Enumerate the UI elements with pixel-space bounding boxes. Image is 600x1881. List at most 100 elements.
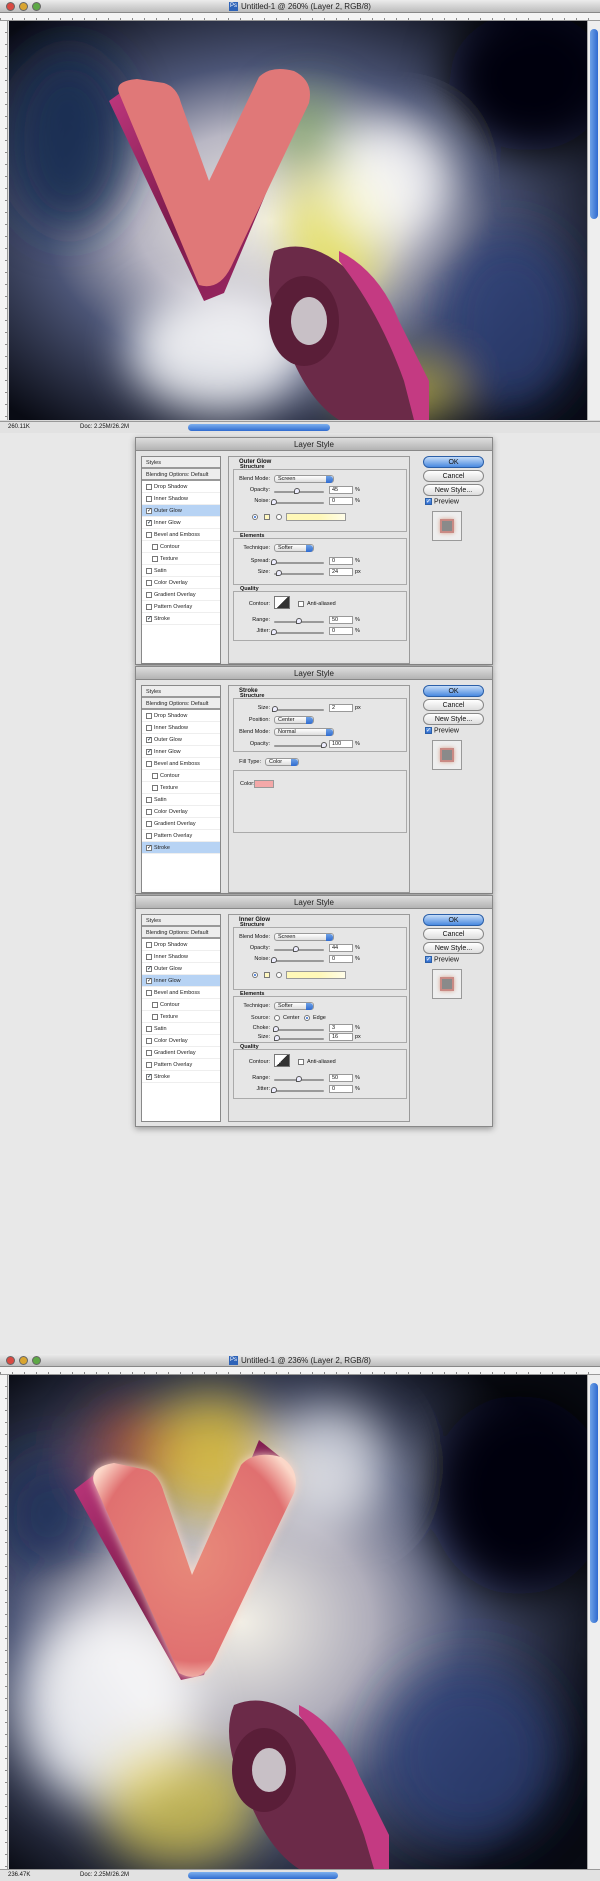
checkbox[interactable] xyxy=(146,808,152,815)
technique-select[interactable]: Softer xyxy=(274,544,314,552)
new-style-button[interactable]: New Style... xyxy=(423,484,484,496)
list-item[interactable]: Gradient Overlay xyxy=(142,818,220,830)
checkbox[interactable] xyxy=(146,483,152,490)
jitter-input[interactable]: 0 xyxy=(329,627,353,635)
ok-button[interactable]: OK xyxy=(423,456,484,468)
size-slider[interactable] xyxy=(272,706,324,712)
checkbox[interactable] xyxy=(146,989,152,996)
position-select[interactable]: Center xyxy=(274,716,314,724)
vertical-scrollbar[interactable] xyxy=(587,21,600,420)
checkbox[interactable] xyxy=(152,555,158,562)
technique-select[interactable]: Softer xyxy=(274,1002,314,1010)
checkbox[interactable] xyxy=(146,603,152,610)
list-item-selected[interactable]: ✓ Stroke xyxy=(142,842,220,854)
color-swatch[interactable] xyxy=(264,514,270,520)
minimize-icon[interactable] xyxy=(19,2,28,11)
checkbox[interactable] xyxy=(152,784,158,791)
checkbox[interactable] xyxy=(146,1025,152,1032)
list-item[interactable]: Texture xyxy=(142,553,220,565)
list-item[interactable]: Gradient Overlay xyxy=(142,1047,220,1059)
opacity-input[interactable]: 44 xyxy=(329,944,353,952)
list-item[interactable]: ✓ Inner Glow xyxy=(142,746,220,758)
checkbox[interactable] xyxy=(146,941,152,948)
list-item[interactable]: Pattern Overlay xyxy=(142,601,220,613)
checkbox[interactable]: ✓ xyxy=(146,519,152,526)
size-input[interactable]: 2 xyxy=(329,704,353,712)
ok-button[interactable]: OK xyxy=(423,914,484,926)
checkbox[interactable] xyxy=(146,1061,152,1068)
list-item[interactable]: Bevel and Emboss xyxy=(142,987,220,999)
preview-checkbox[interactable]: ✓ Preview xyxy=(425,727,459,734)
spread-input[interactable]: 0 xyxy=(329,557,353,565)
blend-mode-select[interactable]: Normal xyxy=(274,728,334,736)
horizontal-scroll-thumb[interactable] xyxy=(188,1872,338,1879)
list-item[interactable]: Blending Options: Default xyxy=(142,469,220,481)
noise-slider[interactable] xyxy=(271,957,324,963)
spread-slider[interactable] xyxy=(271,559,324,565)
list-item[interactable]: ✓ Stroke xyxy=(142,1071,220,1083)
list-item[interactable]: Bevel and Emboss xyxy=(142,758,220,770)
checkbox[interactable] xyxy=(146,760,152,767)
opacity-input[interactable]: 100 xyxy=(329,740,353,748)
checkbox[interactable] xyxy=(146,567,152,574)
list-item[interactable]: ✓ Stroke xyxy=(142,613,220,625)
noise-input[interactable]: 0 xyxy=(329,955,353,963)
noise-slider[interactable] xyxy=(271,499,324,505)
checkbox[interactable] xyxy=(152,1013,158,1020)
list-item[interactable]: Styles xyxy=(142,915,220,927)
list-item[interactable]: Contour xyxy=(142,541,220,553)
close-icon[interactable] xyxy=(6,1356,15,1365)
checkbox[interactable] xyxy=(152,772,158,779)
minimize-icon[interactable] xyxy=(19,1356,28,1365)
image-canvas[interactable] xyxy=(9,1375,587,1869)
size-slider[interactable] xyxy=(274,570,324,576)
list-item[interactable]: Styles xyxy=(142,686,220,698)
close-icon[interactable] xyxy=(6,2,15,11)
checkbox[interactable] xyxy=(146,591,152,598)
list-item[interactable]: Drop Shadow xyxy=(142,481,220,493)
jitter-slider[interactable] xyxy=(271,629,324,635)
choke-slider[interactable] xyxy=(272,1026,324,1032)
anti-aliased-checkbox[interactable] xyxy=(298,601,304,607)
checkbox[interactable] xyxy=(146,724,152,731)
opacity-slider[interactable] xyxy=(274,946,324,952)
list-item[interactable]: Blending Options: Default xyxy=(142,927,220,939)
list-item[interactable]: Styles xyxy=(142,457,220,469)
edge-radio[interactable] xyxy=(304,1015,310,1021)
checkbox[interactable]: ✓ xyxy=(146,977,152,984)
checkbox[interactable] xyxy=(146,953,152,960)
checkbox[interactable] xyxy=(146,820,152,827)
blend-mode-select[interactable]: Screen xyxy=(274,475,334,483)
gradient-radio[interactable] xyxy=(276,972,282,978)
checkbox[interactable]: ✓ xyxy=(146,748,152,755)
list-item[interactable]: ✓ Outer Glow xyxy=(142,734,220,746)
list-item[interactable]: Inner Shadow xyxy=(142,493,220,505)
contour-picker[interactable] xyxy=(274,596,290,609)
jitter-input[interactable]: 0 xyxy=(329,1085,353,1093)
gradient-radio[interactable] xyxy=(276,514,282,520)
checkbox[interactable]: ✓ xyxy=(146,615,152,622)
list-item-selected[interactable]: ✓ Outer Glow xyxy=(142,505,220,517)
stroke-color-swatch[interactable] xyxy=(254,780,274,788)
range-slider[interactable] xyxy=(274,1076,324,1082)
gradient-picker[interactable] xyxy=(286,971,346,979)
contour-picker[interactable] xyxy=(274,1054,290,1067)
checkbox[interactable] xyxy=(152,543,158,550)
list-item[interactable]: Color Overlay xyxy=(142,806,220,818)
zoom-readout[interactable]: 260.11K xyxy=(8,422,30,433)
list-item[interactable]: Texture xyxy=(142,782,220,794)
checkbox[interactable]: ✓ xyxy=(146,844,152,851)
choke-input[interactable]: 3 xyxy=(329,1024,353,1032)
title-bar[interactable]: Ps Untitled-1 @ 236% (Layer 2, RGB/8) xyxy=(0,1354,600,1367)
size-input[interactable]: 24 xyxy=(329,568,353,576)
range-slider[interactable] xyxy=(274,618,324,624)
zoom-icon[interactable] xyxy=(32,1356,41,1365)
preview-checkbox[interactable]: ✓ Preview xyxy=(425,498,459,505)
cancel-button[interactable]: Cancel xyxy=(423,470,484,482)
list-item[interactable]: Inner Shadow xyxy=(142,722,220,734)
solid-color-radio[interactable] xyxy=(252,514,258,520)
list-item[interactable]: Inner Shadow xyxy=(142,951,220,963)
checkbox[interactable]: ✓ xyxy=(146,507,152,514)
list-item[interactable]: Color Overlay xyxy=(142,1035,220,1047)
checkbox[interactable] xyxy=(152,1001,158,1008)
